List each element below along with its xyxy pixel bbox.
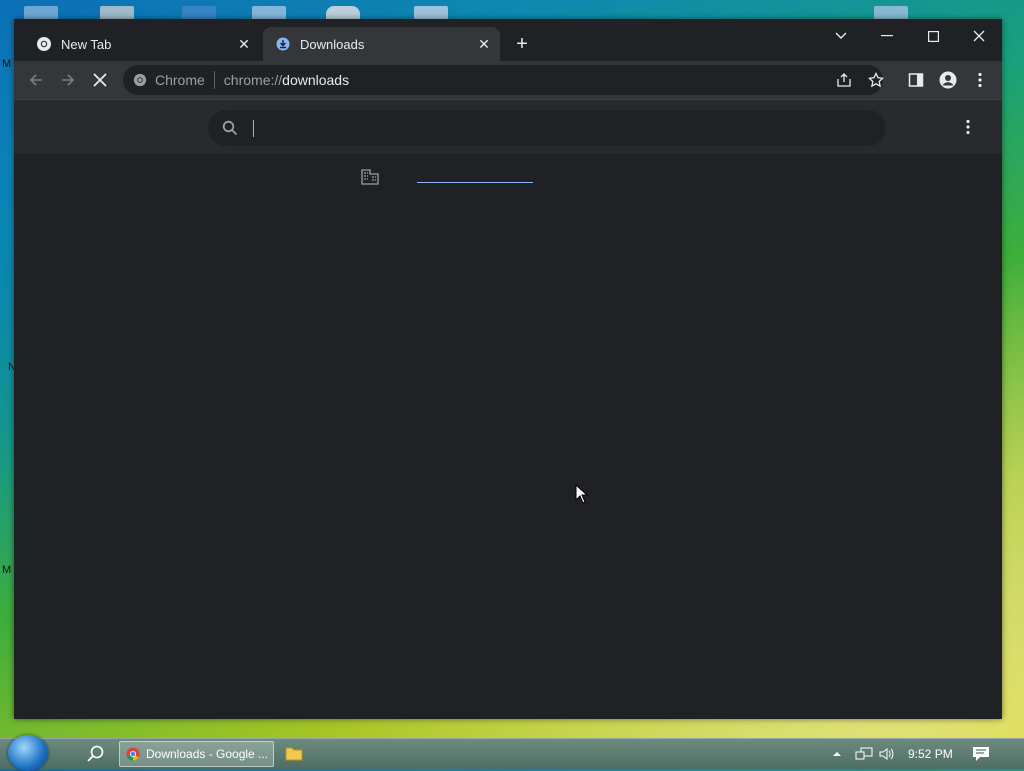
action-center-icon[interactable] bbox=[972, 739, 990, 769]
desktop-icon-recycle-bin[interactable] bbox=[100, 6, 134, 20]
site-chip-label: Chrome bbox=[155, 72, 205, 88]
desktop-label-fragment: M bbox=[2, 58, 12, 70]
desktop-icon[interactable] bbox=[874, 6, 908, 20]
tab-title: Downloads bbox=[300, 36, 365, 52]
managed-info-link[interactable] bbox=[417, 182, 533, 183]
back-button[interactable] bbox=[22, 66, 50, 94]
tab-downloads[interactable]: Downloads ✕ bbox=[263, 27, 500, 61]
download-icon bbox=[275, 36, 291, 52]
url-scheme: chrome:// bbox=[223, 72, 283, 88]
close-tab-icon[interactable]: ✕ bbox=[474, 34, 494, 54]
side-panel-icon[interactable] bbox=[902, 66, 930, 94]
profile-avatar-icon[interactable] bbox=[934, 66, 962, 94]
new-tab-button[interactable]: + bbox=[511, 33, 533, 55]
clock[interactable]: 9:52 PM bbox=[908, 739, 953, 769]
desktop-label-fragment: M bbox=[2, 564, 12, 576]
bookmark-star-icon[interactable] bbox=[862, 66, 890, 94]
omnibox-divider bbox=[213, 71, 215, 89]
url-host: downloads bbox=[282, 72, 350, 88]
tray-overflow-icon[interactable] bbox=[832, 739, 842, 769]
downloads-content bbox=[14, 154, 1002, 719]
tab-search-chevron-icon[interactable] bbox=[818, 23, 864, 49]
desktop-icon[interactable] bbox=[182, 6, 216, 20]
chrome-icon bbox=[36, 36, 52, 52]
search-icon bbox=[222, 120, 238, 136]
downloads-search-box[interactable] bbox=[208, 110, 886, 146]
maximize-button[interactable] bbox=[910, 23, 956, 49]
taskbar-chrome-window[interactable]: Downloads - Google ... bbox=[119, 741, 274, 767]
chrome-icon bbox=[126, 747, 140, 761]
tab-new-tab[interactable]: New Tab ✕ bbox=[24, 27, 260, 61]
close-window-button[interactable] bbox=[956, 23, 1002, 49]
desktop-icon[interactable] bbox=[414, 6, 448, 20]
chrome-window: New Tab ✕ Downloads ✕ + Chrome chrome://… bbox=[14, 19, 1002, 719]
downloads-search-input[interactable] bbox=[254, 120, 854, 136]
taskbar: Downloads - Google ... 9:52 PM bbox=[0, 735, 1024, 771]
browser-toolbar: Chrome chrome:// downloads bbox=[14, 61, 1002, 99]
minimize-button[interactable] bbox=[864, 23, 910, 49]
address-bar[interactable]: Chrome chrome:// downloads bbox=[123, 65, 883, 95]
stop-loading-button[interactable] bbox=[86, 66, 114, 94]
taskbar-window-label: Downloads - Google ... bbox=[146, 747, 269, 761]
chrome-menu-icon[interactable] bbox=[966, 66, 994, 94]
start-button[interactable] bbox=[8, 735, 48, 771]
desktop-icon[interactable] bbox=[252, 6, 286, 20]
downloads-toolbar bbox=[14, 99, 1002, 155]
desktop-icon[interactable] bbox=[326, 6, 360, 20]
file-explorer-icon[interactable] bbox=[285, 745, 303, 761]
managed-by-organization-icon bbox=[361, 169, 379, 185]
network-icon[interactable] bbox=[855, 739, 873, 769]
search-icon[interactable] bbox=[86, 744, 106, 764]
chrome-icon bbox=[133, 73, 147, 87]
more-actions-icon[interactable] bbox=[958, 116, 978, 138]
tab-strip: New Tab ✕ Downloads ✕ + bbox=[14, 19, 1002, 61]
desktop-icon[interactable] bbox=[24, 6, 58, 20]
forward-button[interactable] bbox=[54, 66, 82, 94]
mouse-pointer-icon bbox=[575, 484, 589, 504]
close-tab-icon[interactable]: ✕ bbox=[234, 34, 254, 54]
tab-title: New Tab bbox=[61, 36, 112, 52]
share-icon[interactable] bbox=[830, 66, 858, 94]
volume-icon[interactable] bbox=[878, 739, 896, 769]
